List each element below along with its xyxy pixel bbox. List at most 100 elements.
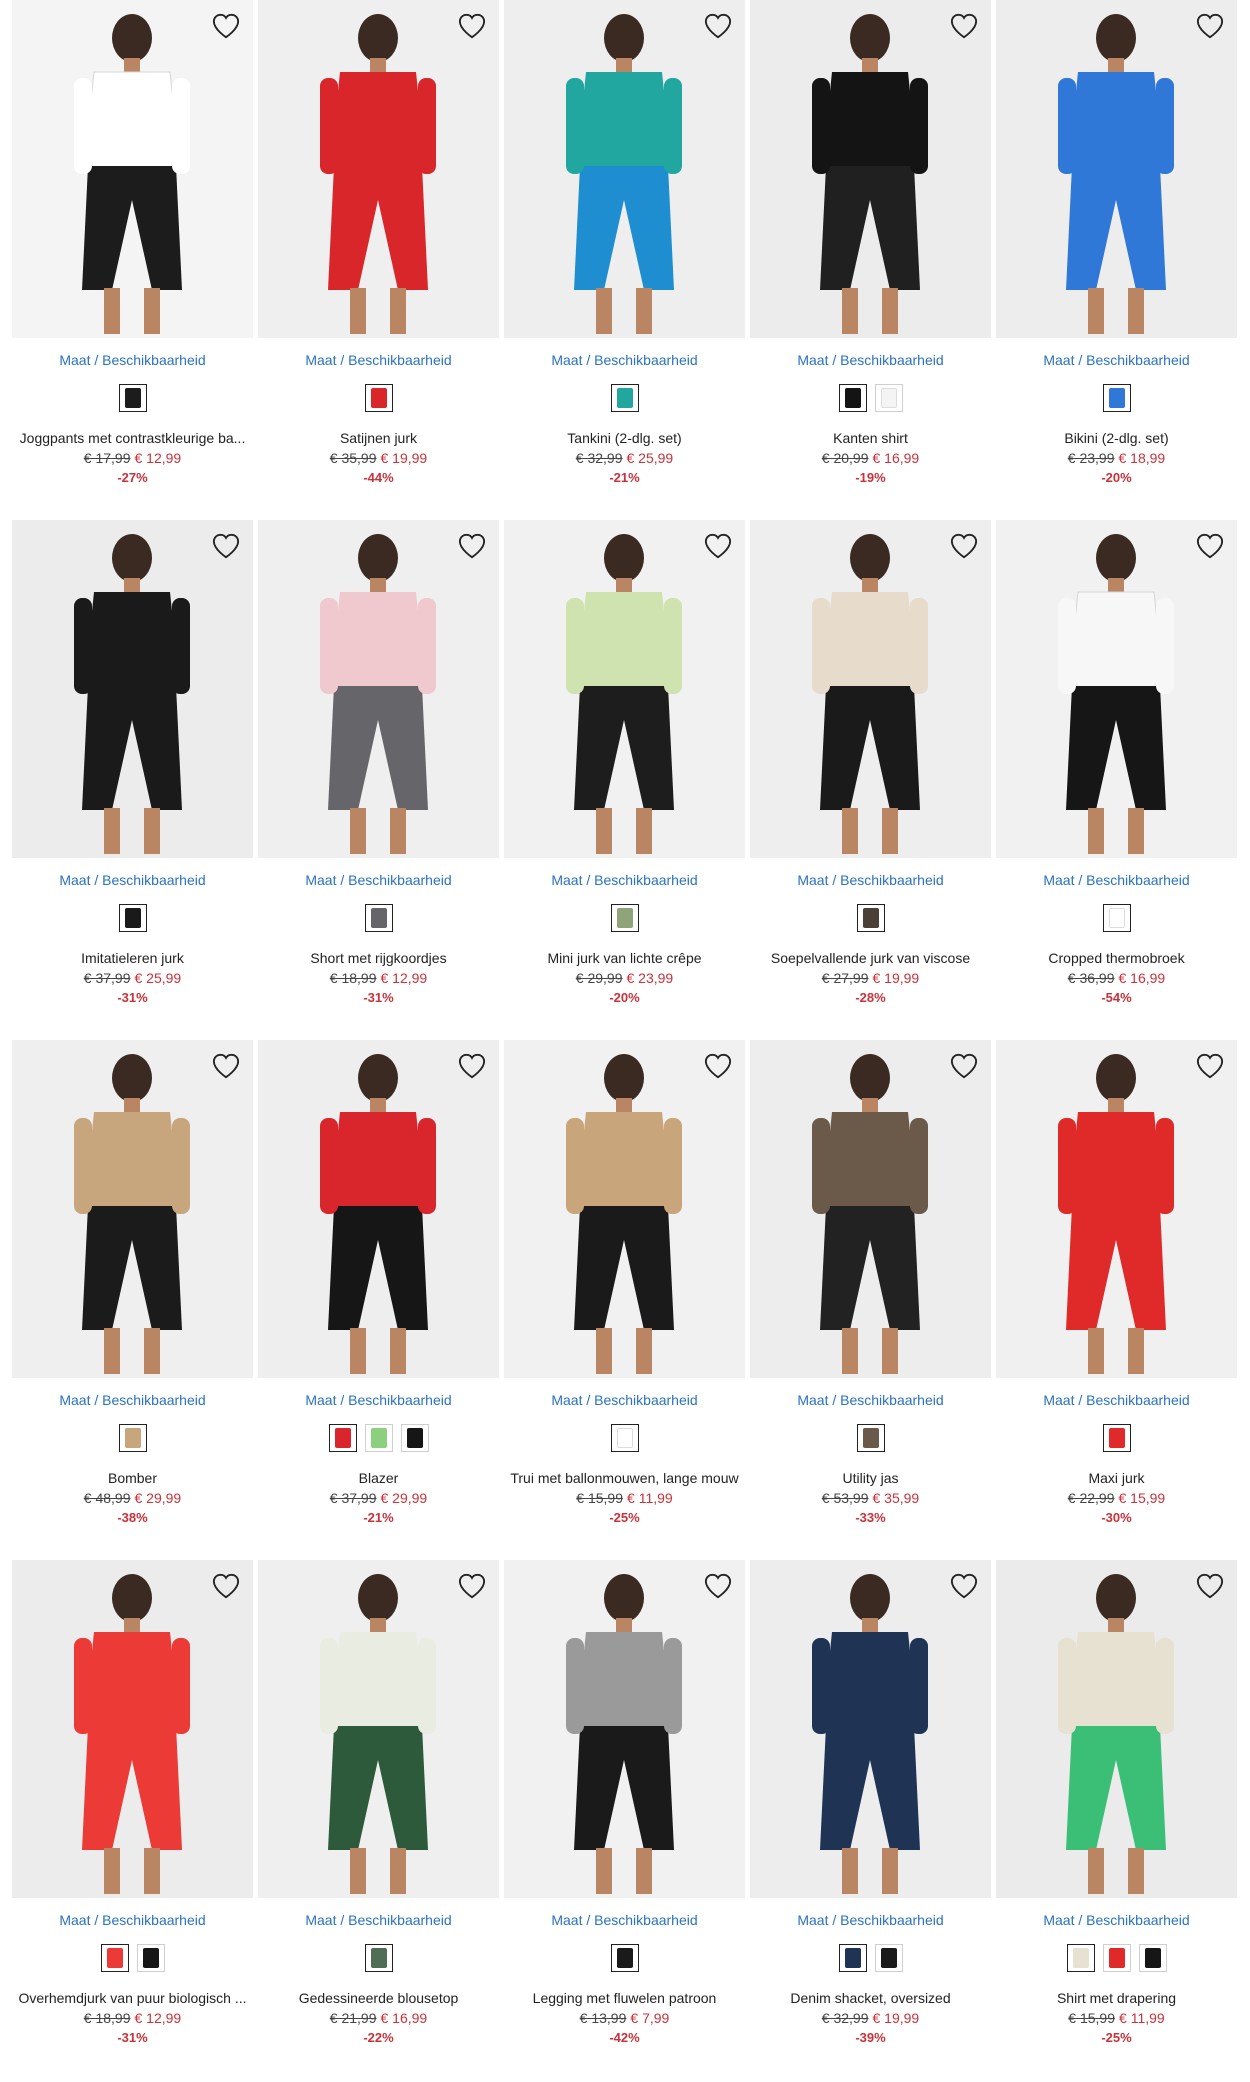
heart-icon[interactable] xyxy=(703,1572,733,1600)
size-availability-link[interactable]: Maat / Beschikbaarheid xyxy=(996,1392,1237,1408)
product-card[interactable]: Maat / Beschikbaarheid Satijnen jurk € 3… xyxy=(258,0,499,520)
product-image[interactable] xyxy=(750,520,991,858)
product-image[interactable] xyxy=(750,1560,991,1898)
size-availability-link[interactable]: Maat / Beschikbaarheid xyxy=(750,1392,991,1408)
heart-icon[interactable] xyxy=(457,1052,487,1080)
product-name[interactable]: Joggpants met contrastkleurige ba... xyxy=(12,430,253,446)
product-card[interactable]: Maat / Beschikbaarheid Imitatieleren jur… xyxy=(12,520,253,1040)
heart-icon[interactable] xyxy=(1195,532,1225,560)
size-availability-link[interactable]: Maat / Beschikbaarheid xyxy=(12,872,253,888)
size-availability-link[interactable]: Maat / Beschikbaarheid xyxy=(504,1912,745,1928)
product-name[interactable]: Bikini (2-dlg. set) xyxy=(996,430,1237,446)
product-card[interactable]: Maat / Beschikbaarheid Blazer € 37,99 € 2… xyxy=(258,1040,499,1560)
color-swatch[interactable] xyxy=(400,1424,429,1452)
product-image[interactable] xyxy=(258,1560,499,1898)
product-card[interactable]: Maat / Beschikbaarheid Denim shacket, ov… xyxy=(750,1560,991,2080)
product-name[interactable]: Soepelvallende jurk van viscose xyxy=(750,950,991,966)
product-name[interactable]: Legging met fluwelen patroon xyxy=(504,1990,745,2006)
product-image[interactable] xyxy=(504,1040,745,1378)
product-image[interactable] xyxy=(12,1040,253,1378)
product-card[interactable]: Maat / Beschikbaarheid Cropped thermobro… xyxy=(996,520,1237,1040)
size-availability-link[interactable]: Maat / Beschikbaarheid xyxy=(12,352,253,368)
color-swatch[interactable] xyxy=(1138,1944,1167,1972)
size-availability-link[interactable]: Maat / Beschikbaarheid xyxy=(504,1392,745,1408)
heart-icon[interactable] xyxy=(1195,1052,1225,1080)
product-name[interactable]: Trui met ballonmouwen, lange mouw xyxy=(504,1470,745,1486)
size-availability-link[interactable]: Maat / Beschikbaarheid xyxy=(750,872,991,888)
color-swatch[interactable] xyxy=(364,384,393,412)
product-name[interactable]: Maxi jurk xyxy=(996,1470,1237,1486)
size-availability-link[interactable]: Maat / Beschikbaarheid xyxy=(12,1912,253,1928)
product-name[interactable]: Kanten shirt xyxy=(750,430,991,446)
size-availability-link[interactable]: Maat / Beschikbaarheid xyxy=(258,872,499,888)
product-card[interactable]: Maat / Beschikbaarheid Bikini (2-dlg. se… xyxy=(996,0,1237,520)
color-swatch[interactable] xyxy=(364,904,393,932)
product-name[interactable]: Short met rijgkoordjes xyxy=(258,950,499,966)
color-swatch[interactable] xyxy=(136,1944,165,1972)
size-availability-link[interactable]: Maat / Beschikbaarheid xyxy=(258,1912,499,1928)
product-card[interactable]: Maat / Beschikbaarheid Maxi jurk € 22,99… xyxy=(996,1040,1237,1560)
heart-icon[interactable] xyxy=(703,532,733,560)
color-swatch[interactable] xyxy=(100,1944,129,1972)
product-image[interactable] xyxy=(750,1040,991,1378)
color-swatch[interactable] xyxy=(118,384,147,412)
size-availability-link[interactable]: Maat / Beschikbaarheid xyxy=(750,352,991,368)
heart-icon[interactable] xyxy=(949,1572,979,1600)
product-image[interactable] xyxy=(504,0,745,338)
product-card[interactable]: Maat / Beschikbaarheid Overhemdjurk van … xyxy=(12,1560,253,2080)
product-card[interactable]: Maat / Beschikbaarheid Trui met ballonmo… xyxy=(504,1040,745,1560)
color-swatch[interactable] xyxy=(874,384,903,412)
product-name[interactable]: Gedessineerde blousetop xyxy=(258,1990,499,2006)
product-card[interactable]: Maat / Beschikbaarheid Short met rijgkoo… xyxy=(258,520,499,1040)
color-swatch[interactable] xyxy=(856,1424,885,1452)
color-swatch[interactable] xyxy=(610,1944,639,1972)
product-name[interactable]: Shirt met drapering xyxy=(996,1990,1237,2006)
heart-icon[interactable] xyxy=(457,12,487,40)
product-name[interactable]: Imitatieleren jurk xyxy=(12,950,253,966)
heart-icon[interactable] xyxy=(211,1572,241,1600)
heart-icon[interactable] xyxy=(703,12,733,40)
size-availability-link[interactable]: Maat / Beschikbaarheid xyxy=(258,1392,499,1408)
color-swatch[interactable] xyxy=(610,904,639,932)
size-availability-link[interactable]: Maat / Beschikbaarheid xyxy=(996,352,1237,368)
color-swatch[interactable] xyxy=(118,1424,147,1452)
product-image[interactable] xyxy=(258,0,499,338)
size-availability-link[interactable]: Maat / Beschikbaarheid xyxy=(504,352,745,368)
product-image[interactable] xyxy=(996,520,1237,858)
product-card[interactable]: Maat / Beschikbaarheid Legging met fluwe… xyxy=(504,1560,745,2080)
product-image[interactable] xyxy=(996,1040,1237,1378)
color-swatch[interactable] xyxy=(856,904,885,932)
color-swatch[interactable] xyxy=(610,1424,639,1452)
product-card[interactable]: Maat / Beschikbaarheid Utility jas € 53,… xyxy=(750,1040,991,1560)
product-name[interactable]: Satijnen jurk xyxy=(258,430,499,446)
color-swatch[interactable] xyxy=(1102,1424,1131,1452)
size-availability-link[interactable]: Maat / Beschikbaarheid xyxy=(996,872,1237,888)
product-image[interactable] xyxy=(504,1560,745,1898)
product-image[interactable] xyxy=(258,520,499,858)
heart-icon[interactable] xyxy=(949,532,979,560)
product-name[interactable]: Mini jurk van lichte crêpe xyxy=(504,950,745,966)
product-card[interactable]: Maat / Beschikbaarheid Bomber € 48,99 € 2… xyxy=(12,1040,253,1560)
color-swatch[interactable] xyxy=(838,1944,867,1972)
color-swatch[interactable] xyxy=(1066,1944,1095,1972)
product-card[interactable]: Maat / Beschikbaarheid Tankini (2-dlg. s… xyxy=(504,0,745,520)
color-swatch[interactable] xyxy=(874,1944,903,1972)
product-card[interactable]: Maat / Beschikbaarheid Kanten shirt € 20… xyxy=(750,0,991,520)
product-card[interactable]: Maat / Beschikbaarheid Mini jurk van lic… xyxy=(504,520,745,1040)
heart-icon[interactable] xyxy=(211,12,241,40)
product-image[interactable] xyxy=(996,1560,1237,1898)
heart-icon[interactable] xyxy=(1195,1572,1225,1600)
heart-icon[interactable] xyxy=(211,532,241,560)
product-name[interactable]: Denim shacket, oversized xyxy=(750,1990,991,2006)
product-image[interactable] xyxy=(258,1040,499,1378)
product-name[interactable]: Bomber xyxy=(12,1470,253,1486)
product-card[interactable]: Maat / Beschikbaarheid Joggpants met con… xyxy=(12,0,253,520)
size-availability-link[interactable]: Maat / Beschikbaarheid xyxy=(258,352,499,368)
color-swatch[interactable] xyxy=(838,384,867,412)
heart-icon[interactable] xyxy=(949,1052,979,1080)
product-card[interactable]: Maat / Beschikbaarheid Soepelvallende ju… xyxy=(750,520,991,1040)
color-swatch[interactable] xyxy=(364,1944,393,1972)
size-availability-link[interactable]: Maat / Beschikbaarheid xyxy=(504,872,745,888)
product-name[interactable]: Overhemdjurk van puur biologisch ... xyxy=(12,1990,253,2006)
heart-icon[interactable] xyxy=(457,1572,487,1600)
